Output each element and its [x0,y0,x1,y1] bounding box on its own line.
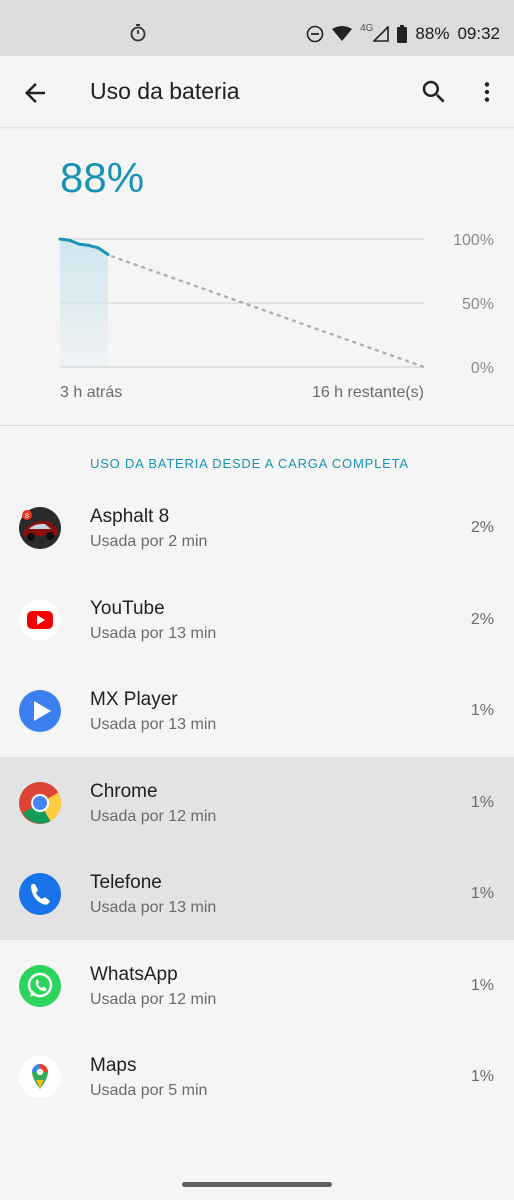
battery-chart: 100% 50% 0% 3 h atrás 16 h restante(s) [0,225,514,401]
app-usage-percent: 1% [470,793,494,811]
app-name: YouTube [90,597,165,619]
clock: 09:32 [457,24,500,43]
app-usage-percent: 2% [470,610,494,628]
app-name: Maps [90,1055,137,1076]
search-icon[interactable] [419,77,449,107]
maps-icon [19,1056,61,1098]
app-row[interactable]: Telefone Usada por 13 min 1% [0,848,514,940]
app-usage-time: Usada por 13 min [90,716,217,733]
battery-chart-svg: 100% 50% 0% 3 h atrás 16 h restante(s) [58,232,494,401]
page-title: Uso da bateria [90,78,240,104]
app-row[interactable]: Chrome Usada por 12 min 1% [0,756,514,848]
app-row[interactable]: WhatsApp Usada por 12 min 1% [0,940,514,1032]
app-usage-percent: 1% [470,702,494,719]
app-row[interactable]: MX Player Usada por 13 min 1% [0,665,514,757]
battery-projection-line [110,255,426,369]
more-vert-icon[interactable] [474,77,500,107]
section-title: USO DA BATERIA DESDE A CARGA COMPLETA [90,456,409,471]
y-tick-label: 0% [471,360,494,377]
network-type: 4G [360,22,374,34]
app-usage-time: Usada por 5 min [90,1082,208,1099]
signal-icon [373,26,390,42]
app-name: Telefone [90,872,162,893]
battery-area-fill [60,239,108,367]
battery-level-text: 88% [60,154,145,201]
app-bar: Uso da bateria [0,56,514,128]
app-usage-time: Usada por 13 min [90,624,217,642]
whatsapp-icon [19,964,61,1007]
app-row[interactable]: 8 Asphalt 8 Usada por 2 min 2% [0,482,514,574]
app-name: MX Player [90,689,178,710]
youtube-icon [19,598,61,641]
svg-text:8: 8 [25,513,29,520]
phone-icon [19,873,61,915]
asphalt-8-icon: 8 [19,507,61,549]
y-tick-label: 100% [453,232,494,249]
app-usage-percent: 1% [470,1068,494,1085]
x-label-end: 16 h restante(s) [312,384,424,401]
back-arrow-icon[interactable] [20,78,50,108]
wifi-icon [332,26,353,41]
app-name: Chrome [90,780,158,802]
app-name: WhatsApp [90,963,178,985]
timer-icon [130,24,146,42]
gesture-nav-bar[interactable] [182,1182,332,1187]
y-tick-label: 50% [462,296,494,313]
app-name: Asphalt 8 [90,506,170,527]
app-row[interactable]: YouTube Usada por 13 min 2% [0,574,514,666]
app-usage-list: 8 Asphalt 8 Usada por 2 min 2% YouTube Usada … [0,482,514,1123]
app-usage-time: Usada por 12 min [90,990,217,1008]
battery-icon [397,25,408,43]
app-usage-time: Usada por 12 min [90,807,217,825]
app-usage-percent: 1% [470,885,494,902]
chrome-icon [19,781,62,824]
app-usage-percent: 2% [470,519,494,536]
app-row[interactable]: Maps Usada por 5 min 1% [0,1031,514,1123]
app-usage-percent: 1% [470,976,494,994]
app-usage-time: Usada por 2 min [90,533,208,550]
app-usage-time: Usada por 13 min [90,899,217,916]
divider [0,425,514,426]
do-not-disturb-icon [306,25,324,43]
mx-player-icon [19,690,61,732]
x-label-start: 3 h atrás [60,384,122,401]
status-bar: 4G 88% 09:32 [0,0,514,56]
battery-percent: 88% [415,24,450,43]
